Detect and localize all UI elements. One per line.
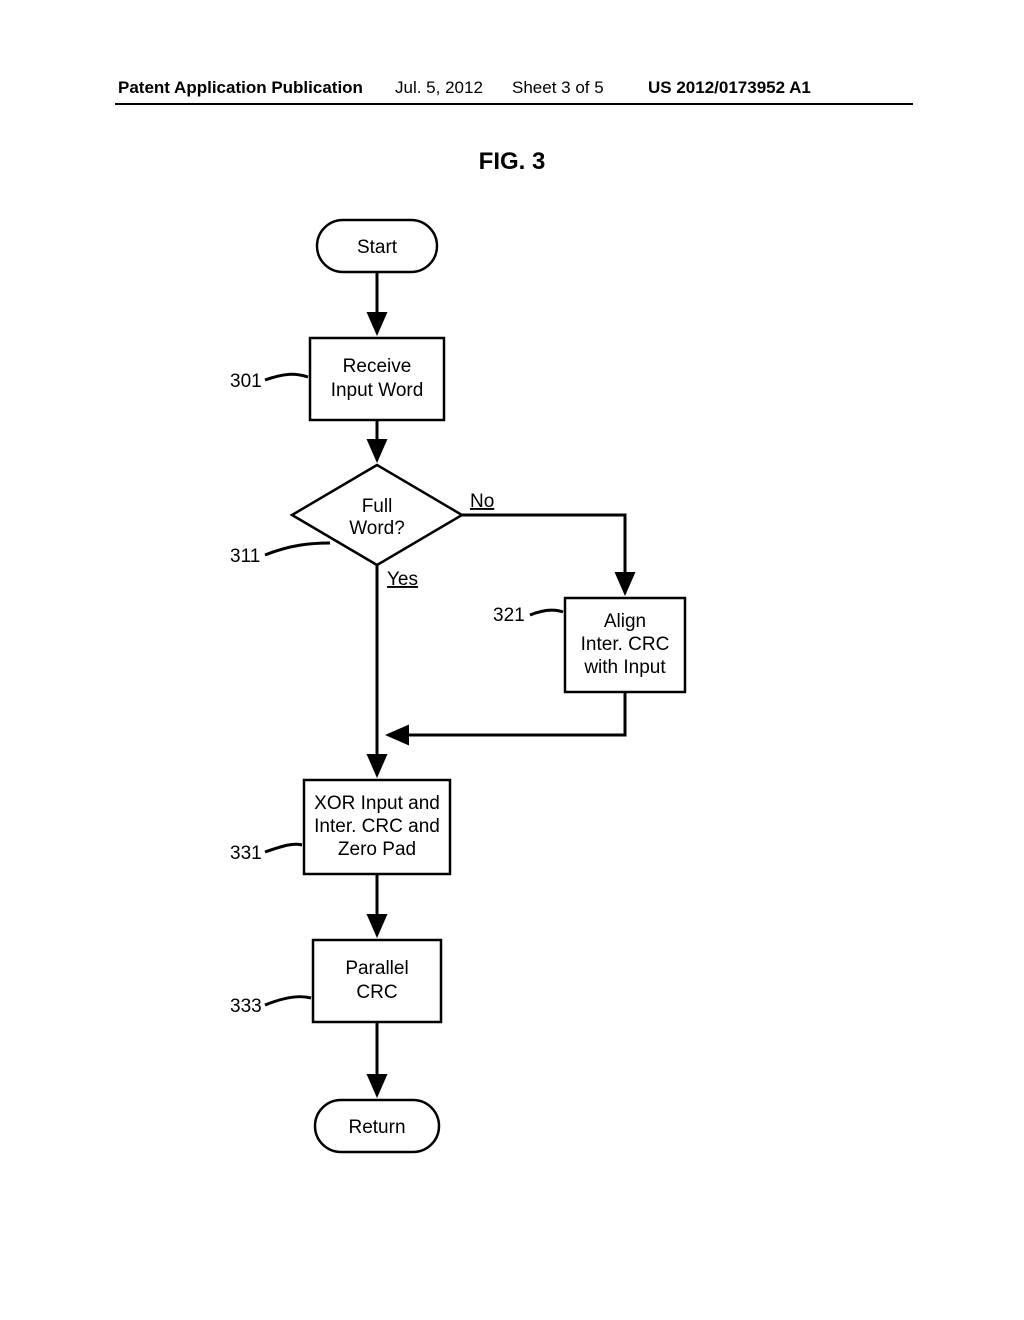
ref-leader-321 (530, 610, 563, 615)
receive-node (310, 338, 444, 420)
header-pubnum: US 2012/0173952 A1 (648, 78, 811, 98)
parallel-l1: Parallel (345, 958, 408, 979)
ref-331: 331 (230, 843, 262, 864)
ref-333: 333 (230, 996, 262, 1017)
header-date: Jul. 5, 2012 (395, 78, 483, 98)
xor-l1: XOR Input and (314, 793, 440, 814)
ref-301: 301 (230, 371, 262, 392)
decision-l2: Word? (349, 518, 405, 539)
ref-321: 321 (493, 605, 525, 626)
ref-311: 311 (230, 546, 260, 567)
receive-l1: Receive (343, 356, 412, 377)
edge-align-merge (388, 692, 625, 735)
header-publication: Patent Application Publication (118, 78, 363, 98)
ref-leader-333 (265, 997, 311, 1005)
xor-l2: Inter. CRC and (314, 816, 440, 837)
align-l1: Align (604, 611, 646, 632)
header-divider (115, 103, 913, 105)
edge-label-no: No (470, 491, 494, 512)
header-sheet: Sheet 3 of 5 (512, 78, 604, 98)
ref-leader-331 (265, 844, 302, 852)
ref-leader-301 (265, 374, 308, 380)
decision-l1: Full (362, 496, 393, 517)
flowchart: Start Receive Input Word 301 Full Word? … (230, 215, 790, 1215)
edge-label-yes: Yes (387, 569, 418, 590)
return-label: Return (348, 1117, 405, 1138)
page: Patent Application Publication Jul. 5, 2… (0, 0, 1024, 1320)
edge-decision-align (462, 515, 625, 593)
parallel-l2: CRC (356, 982, 397, 1003)
start-label: Start (357, 237, 398, 258)
figure-title: FIG. 3 (0, 148, 1024, 176)
align-l2: Inter. CRC (581, 634, 670, 655)
page-header: Patent Application Publication Jul. 5, 2… (0, 78, 1024, 104)
ref-leader-311 (265, 543, 330, 555)
parallel-node (313, 940, 441, 1022)
align-l3: with Input (583, 657, 666, 678)
receive-l2: Input Word (331, 380, 424, 401)
xor-l3: Zero Pad (338, 839, 416, 860)
